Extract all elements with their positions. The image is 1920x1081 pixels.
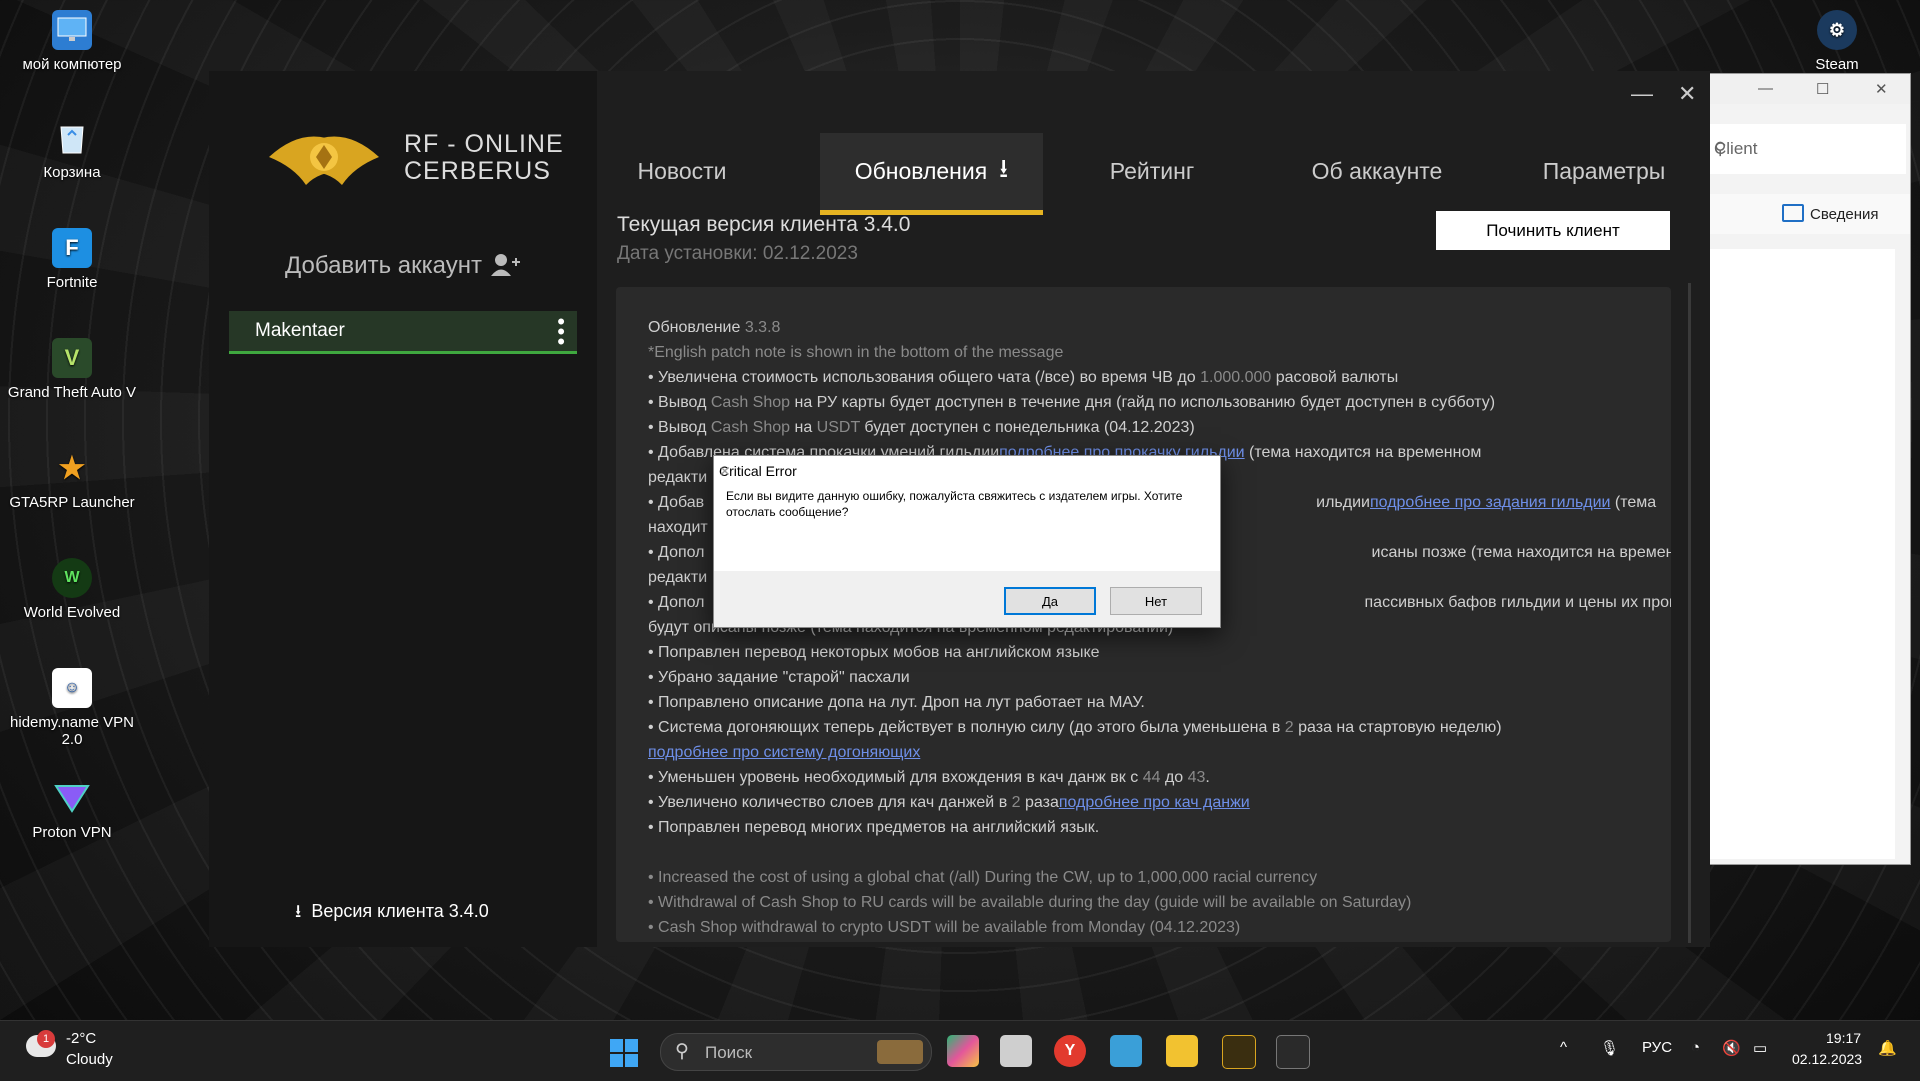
desktop-icon-world-evolved[interactable]: W World Evolved xyxy=(7,558,137,621)
dialog-message: Если вы видите данную ошибку, пожалуйста… xyxy=(726,489,1183,519)
client-version-text: Версия клиента 3.4.0 xyxy=(311,901,489,921)
microphone-icon[interactable]: 🎙 xyxy=(1600,1039,1619,1057)
desktop-icon-my-computer[interactable]: мой компютер xyxy=(7,10,137,73)
rf-online-app-icon[interactable] xyxy=(1222,1035,1256,1069)
desktop-icon-gta5rp[interactable]: ★ GTA5RP Launcher xyxy=(7,448,137,512)
explorer-toolbar: Сведения xyxy=(1710,194,1910,234)
desktop-icon-label: GTA5RP Launcher xyxy=(9,494,135,511)
copilot-icon[interactable] xyxy=(947,1035,979,1067)
search-icon: ⚲ xyxy=(675,1041,689,1062)
desktop-icon-proton-vpn[interactable]: Proton VPN xyxy=(7,778,137,841)
task-view-icon[interactable] xyxy=(1000,1035,1032,1067)
catch-up-system-link[interactable]: подробнее про систему догоняющих xyxy=(648,744,920,761)
notification-badge: 1 xyxy=(37,1030,55,1048)
desktop-icon-label: hidemy.name VPN 2.0 xyxy=(10,714,134,748)
explorer-content-pane xyxy=(1710,249,1895,859)
file-explorer-icon[interactable] xyxy=(1166,1035,1198,1067)
recycle-bin-icon xyxy=(52,118,92,158)
install-date: Дата установки: 02.12.2023 xyxy=(617,243,858,264)
details-button[interactable]: Сведения xyxy=(1810,206,1879,223)
wifi-icon[interactable]: ◔ xyxy=(1691,1039,1700,1056)
file-explorer-window[interactable]: — ☐ ✕ Client ⚲ Сведения xyxy=(1709,73,1911,865)
close-icon[interactable]: ✕ xyxy=(719,463,1210,480)
clock-time[interactable]: 19:17 xyxy=(1826,1030,1861,1046)
desktop-icon-recycle-bin[interactable]: Корзина xyxy=(7,118,137,181)
speaker-muted-icon[interactable]: 🔇 xyxy=(1722,1039,1741,1057)
close-icon[interactable]: ✕ xyxy=(1875,80,1888,98)
minimize-icon[interactable]: — xyxy=(1758,80,1773,97)
dialog-titlebar: Critical Error ✕ xyxy=(714,456,1220,486)
remote-desktop-icon[interactable] xyxy=(1110,1035,1142,1067)
desktop-icon-label: Fortnite xyxy=(46,274,98,291)
desktop-icon-steam[interactable]: ⚙ Steam xyxy=(1772,10,1902,73)
current-version: Текущая версия клиента 3.4.0 xyxy=(617,213,911,236)
battery-icon[interactable]: ▭ xyxy=(1753,1039,1767,1057)
notification-bell-icon[interactable]: 🔔 xyxy=(1878,1039,1897,1057)
chevron-up-icon[interactable]: ^ xyxy=(1560,1039,1567,1056)
desktop-icon-label: Steam xyxy=(1815,56,1859,73)
steam-icon: ⚙ xyxy=(1817,10,1857,50)
desktop-icon-gta-v[interactable]: V Grand Theft Auto V xyxy=(7,338,137,401)
desktop-icon-fortnite[interactable]: F Fortnite xyxy=(7,228,137,291)
desktop-icon-hidemy-vpn[interactable]: ☺ hidemy.name VPN 2.0 xyxy=(7,668,137,748)
repair-client-button[interactable]: Починить клиент xyxy=(1436,211,1670,250)
desktop-icon-label: World Evolved xyxy=(23,604,121,621)
download-icon: ⭳ xyxy=(295,901,302,921)
rf-launcher-app-icon[interactable] xyxy=(1276,1035,1310,1069)
desktop-icon-label: Grand Theft Auto V xyxy=(7,384,137,401)
monitor-icon xyxy=(52,10,92,50)
search-highlight-icon xyxy=(877,1040,923,1064)
desktop-icon-label: Корзина xyxy=(43,164,101,181)
no-button[interactable]: Нет xyxy=(1110,587,1202,615)
weather-temperature[interactable]: -2°C xyxy=(66,1030,96,1047)
gta5rp-icon: ★ xyxy=(58,451,86,485)
world-evolved-icon: W xyxy=(52,558,92,598)
language-indicator[interactable]: РУС xyxy=(1642,1039,1672,1056)
explorer-search-input[interactable]: Client ⚲ xyxy=(1710,124,1906,174)
clock-date[interactable]: 02.12.2023 xyxy=(1792,1051,1862,1067)
taskbar: 1 -2°C Cloudy ⚲ Поиск Y ^ 🎙 РУС ◔ 🔇 ▭ 19… xyxy=(0,1020,1920,1081)
desktop-icon-label: Proton VPN xyxy=(32,824,112,841)
guild-quests-link[interactable]: подробнее про задания гильдии xyxy=(1370,494,1611,511)
gta-v-icon: V xyxy=(52,338,92,378)
client-version-label: ⭳ Версия клиента 3.4.0 xyxy=(295,899,489,929)
yes-button[interactable]: Да xyxy=(1004,587,1096,615)
desktop-icon-label: мой компютер xyxy=(22,56,122,73)
windows-start-icon[interactable] xyxy=(610,1039,638,1067)
weather-condition[interactable]: Cloudy xyxy=(66,1051,113,1068)
patch-notes-scrollbar[interactable] xyxy=(1688,283,1691,943)
leveling-dungeons-link[interactable]: подробнее про кач данжи xyxy=(1059,794,1250,811)
search-icon: ⚲ xyxy=(1714,139,1727,158)
proton-vpn-icon xyxy=(52,778,92,818)
taskbar-search-input[interactable]: ⚲ Поиск xyxy=(660,1033,932,1071)
yandex-browser-icon[interactable]: Y xyxy=(1054,1035,1086,1067)
critical-error-dialog: Critical Error ✕ Если вы видите данную о… xyxy=(713,455,1221,628)
explorer-titlebar: — ☐ ✕ xyxy=(1710,74,1910,104)
search-placeholder: Поиск xyxy=(705,1043,753,1062)
fortnite-icon: F xyxy=(52,228,92,268)
maximize-icon[interactable]: ☐ xyxy=(1816,80,1829,98)
updates-content: Текущая версия клиента 3.4.0 Дата устано… xyxy=(209,71,1710,943)
details-pane-icon[interactable] xyxy=(1782,204,1804,222)
hidemy-vpn-icon: ☺ xyxy=(52,668,92,708)
